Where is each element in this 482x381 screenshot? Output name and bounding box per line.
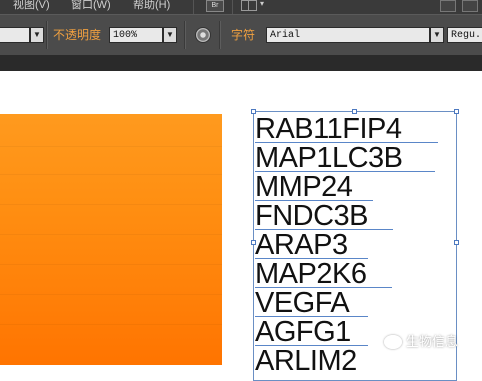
bridge-icon[interactable]: Br — [206, 0, 224, 12]
gene-label[interactable]: ARAP3 — [255, 231, 348, 260]
gradient-step — [0, 204, 222, 205]
menu-help[interactable]: 帮助(H) — [133, 0, 170, 12]
opacity-input[interactable]: 100% — [109, 27, 163, 43]
gradient-step — [0, 234, 222, 235]
watermark-text: 生物信息 — [406, 334, 459, 349]
watermark: 生物信息 — [384, 331, 458, 350]
menu-view[interactable]: 视图(V) — [13, 0, 50, 12]
chevron-down-icon[interactable]: ▾ — [260, 0, 264, 8]
toolbar-separator — [184, 21, 186, 49]
gradient-step — [0, 264, 222, 265]
gradient-step — [0, 324, 222, 325]
chat-bubble-icon — [384, 334, 402, 349]
gene-label[interactable]: ARLIM2 — [255, 347, 357, 376]
menu-separator — [232, 0, 233, 14]
control-bar: ▼ 不透明度 100% ▼ 字符 Arial ▼ Regu... — [0, 14, 482, 56]
toolbar-separator — [46, 21, 48, 49]
opacity-dropdown-button[interactable]: ▼ — [163, 27, 177, 43]
gene-label[interactable]: RAB11FIP4 — [255, 115, 402, 144]
gradient-step — [0, 146, 222, 147]
selection-handle[interactable] — [454, 240, 459, 245]
gene-label[interactable]: MMP24 — [255, 173, 353, 202]
document-tab-strip — [0, 55, 482, 71]
font-family-input[interactable]: Arial — [266, 27, 430, 43]
gradient-step — [0, 174, 222, 175]
recolor-icon[interactable] — [195, 27, 211, 43]
font-family-dropdown-button[interactable]: ▼ — [430, 27, 444, 43]
style-field[interactable] — [0, 27, 30, 43]
menu-separator — [193, 0, 194, 14]
window-minimize-button[interactable] — [440, 0, 456, 12]
orange-rectangle[interactable] — [0, 114, 222, 365]
gene-label[interactable]: MAP2K6 — [255, 260, 367, 289]
gene-label[interactable]: MAP1LC3B — [255, 144, 403, 173]
menu-window[interactable]: 窗口(W) — [71, 0, 111, 12]
gene-label[interactable]: VEGFA — [255, 289, 350, 318]
menu-bar: 视图(V) 窗口(W) 帮助(H) Br ▾ — [0, 0, 482, 14]
window-restore-button[interactable] — [462, 0, 478, 12]
toolbar-separator — [219, 21, 221, 49]
selection-handle[interactable] — [454, 109, 459, 114]
opacity-label: 不透明度 — [53, 28, 102, 42]
character-label[interactable]: 字符 — [231, 27, 255, 43]
gradient-step — [0, 294, 222, 295]
arrange-documents-icon[interactable] — [241, 0, 257, 11]
style-dropdown-button[interactable]: ▼ — [30, 27, 44, 43]
gene-label[interactable]: AGFG1 — [255, 318, 351, 347]
gene-label[interactable]: FNDC3B — [255, 202, 369, 231]
font-style-input[interactable]: Regu... — [447, 27, 482, 43]
